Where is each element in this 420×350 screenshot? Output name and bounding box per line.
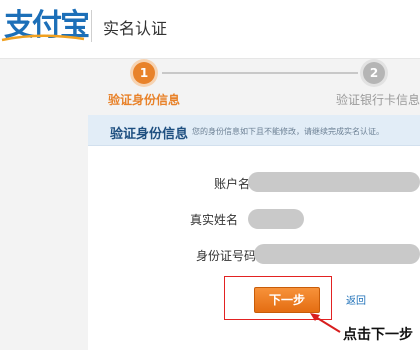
annotation-arrow-icon xyxy=(310,313,341,333)
step-1-indicator: 1 xyxy=(133,62,155,84)
panel-description: 您的身份信息如下且不能修改，请继续完成实名认证。 xyxy=(192,127,384,136)
id-number-value-masked xyxy=(254,244,420,264)
back-link[interactable]: 返回 xyxy=(346,292,366,307)
step-2-indicator: 2 xyxy=(363,62,385,84)
annotation-text: 点击下一步 xyxy=(343,327,413,343)
logo-swoosh-icon xyxy=(1,34,85,42)
header-divider xyxy=(91,10,92,42)
real-name-label: 真实姓名 xyxy=(190,213,239,227)
step-1-label: 验证身份信息 xyxy=(108,93,181,107)
id-number-label: 身份证号码 xyxy=(196,249,257,263)
panel-title: 验证身份信息 xyxy=(110,127,189,142)
step-connector xyxy=(162,72,358,74)
page-title: 实名认证 xyxy=(103,19,168,38)
step-2-label: 验证银行卡信息 xyxy=(336,93,420,107)
header-bar: 支付宝 实名认证 xyxy=(0,0,420,59)
real-name-value-masked xyxy=(248,209,304,229)
account-name-value-masked xyxy=(248,172,420,192)
panel-header: 验证身份信息 您的身份信息如下且不能修改，请继续完成实名认证。 xyxy=(88,115,420,146)
account-name-label: 账户名 xyxy=(214,177,251,191)
